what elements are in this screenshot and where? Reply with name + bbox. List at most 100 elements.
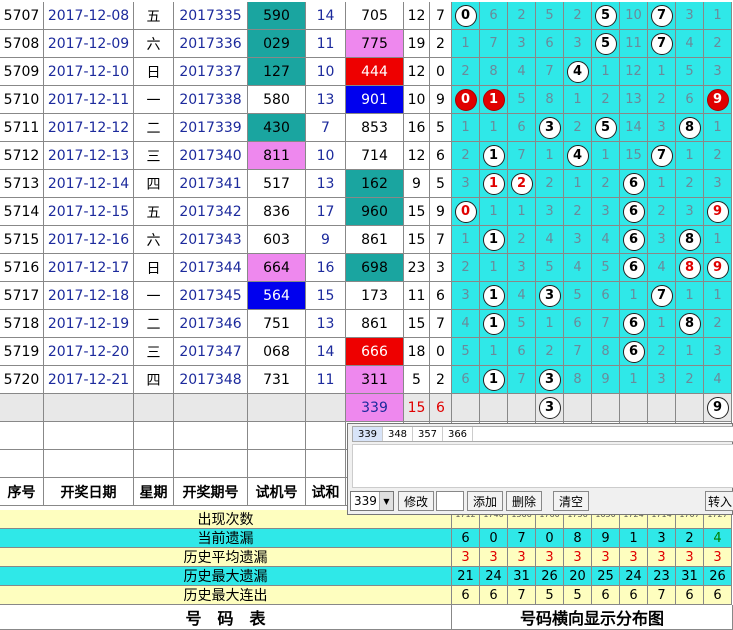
cell-num: 960 (346, 198, 404, 226)
dist-cell: 1 (536, 142, 564, 170)
number-list-area[interactable] (352, 444, 733, 488)
hit-ball: 2 (510, 172, 533, 195)
number-list[interactable]: 339 348 357 366 (352, 426, 733, 442)
miss-count: 3 (573, 36, 582, 51)
miss-count: 6 (517, 344, 526, 359)
miss-count: 12 (625, 64, 642, 79)
stats-val: 31 (676, 567, 704, 586)
dist-cell: 3 (536, 366, 564, 394)
miss-count: 1 (713, 288, 722, 303)
dist-cell: 5 (676, 58, 704, 86)
number-input-panel: 339 348 357 366 339 ▼ 修改 添加 删除 清空 转入 (347, 423, 733, 515)
cell-seq: 5708 (0, 30, 44, 58)
hit-ball: 5 (594, 116, 617, 139)
cell-period: 2017348 (174, 366, 248, 394)
stats-val: 3 (536, 548, 564, 567)
number-list-item[interactable]: 357 (413, 427, 443, 441)
number-list-item[interactable]: 348 (383, 427, 413, 441)
cell-date: 2017-12-19 (44, 310, 134, 338)
dist-cell: 8 (676, 310, 704, 338)
miss-count: 2 (545, 176, 554, 191)
empty-cell (248, 450, 306, 478)
stats-val: 3 (592, 548, 620, 567)
dist-cell: 1 (452, 30, 480, 58)
stats-val: 8 (564, 529, 592, 548)
cell-s2: 23 (404, 254, 430, 282)
cell-s2: 15 (404, 226, 430, 254)
chevron-down-icon[interactable]: ▼ (379, 492, 393, 510)
delete-button[interactable]: 删除 (506, 491, 542, 511)
cell-seq: 5711 (0, 114, 44, 142)
cell-num: 698 (346, 254, 404, 282)
dist-cell: 2 (508, 2, 536, 30)
cell-seq: 5709 (0, 58, 44, 86)
miss-count: 1 (517, 204, 526, 219)
dist-cell: 5 (592, 254, 620, 282)
miss-count: 1 (713, 8, 722, 23)
stats-val: 7 (648, 586, 676, 605)
dist-cell: 9 (704, 86, 732, 114)
dist-cell: 12 (620, 58, 648, 86)
dist-cell: 1 (480, 366, 508, 394)
hit-ball: 1 (482, 312, 505, 335)
miss-count: 15 (625, 148, 642, 163)
dist-cell: 3 (648, 226, 676, 254)
dist-cell: 4 (592, 226, 620, 254)
dist-cell: 2 (704, 310, 732, 338)
dist-cell: 2 (452, 254, 480, 282)
cell-sum: 11 (306, 30, 346, 58)
dist-cell: 5 (592, 30, 620, 58)
number-combo[interactable]: 339 ▼ (350, 491, 394, 511)
miss-count: 4 (461, 316, 470, 331)
dist-cell: 3 (592, 198, 620, 226)
pending-ball: 9 (706, 396, 729, 419)
cell-wd: 一 (134, 282, 174, 310)
cell-period: 2017335 (174, 2, 248, 30)
dist-cell: 1 (508, 198, 536, 226)
cell-s2: 12 (404, 2, 430, 30)
dist-cell: 3 (704, 170, 732, 198)
dist-cell: 1 (676, 282, 704, 310)
dist-cell: 1 (648, 170, 676, 198)
stats-val: 24 (480, 567, 508, 586)
cell-s3: 7 (430, 310, 452, 338)
dist-cell: 6 (620, 338, 648, 366)
dist-cell: 3 (704, 338, 732, 366)
number-list-item[interactable]: 366 (443, 427, 473, 441)
miss-count: 1 (489, 204, 498, 219)
miss-count: 3 (517, 260, 526, 275)
stats-val: 3 (508, 548, 536, 567)
dist-cell: 13 (620, 86, 648, 114)
number-input[interactable] (436, 491, 464, 511)
modify-button[interactable]: 修改 (398, 491, 434, 511)
add-button[interactable]: 添加 (467, 491, 503, 511)
hit-ball: 8 (678, 116, 701, 139)
cell-sum: 11 (306, 366, 346, 394)
dist-cell: 1 (620, 282, 648, 310)
miss-count: 11 (625, 36, 642, 51)
dist-cell: 1 (676, 142, 704, 170)
stats-val: 25 (592, 567, 620, 586)
miss-count: 3 (545, 204, 554, 219)
dist-cell: 1 (648, 310, 676, 338)
miss-count: 3 (713, 64, 722, 79)
cell-wd: 一 (134, 86, 174, 114)
miss-count: 1 (713, 232, 722, 247)
hit-ball: 0 (454, 4, 477, 27)
transfer-button[interactable]: 转入 (705, 491, 733, 511)
cell-sum: 13 (306, 170, 346, 198)
hit-ball: 0 (454, 88, 477, 111)
cell-seq: 5716 (0, 254, 44, 282)
cell-trial: 127 (248, 58, 306, 86)
cell-num: 861 (346, 310, 404, 338)
miss-count: 8 (573, 372, 582, 387)
clear-button[interactable]: 清空 (553, 491, 589, 511)
combo-value: 339 (354, 494, 377, 508)
cell-seq: 5720 (0, 366, 44, 394)
header-wd: 星期 (134, 478, 174, 506)
dist-cell: 1 (704, 282, 732, 310)
number-list-item[interactable]: 339 (353, 427, 383, 441)
dist-cell: 2 (536, 170, 564, 198)
empty-cell (306, 450, 346, 478)
empty-cell (174, 450, 248, 478)
